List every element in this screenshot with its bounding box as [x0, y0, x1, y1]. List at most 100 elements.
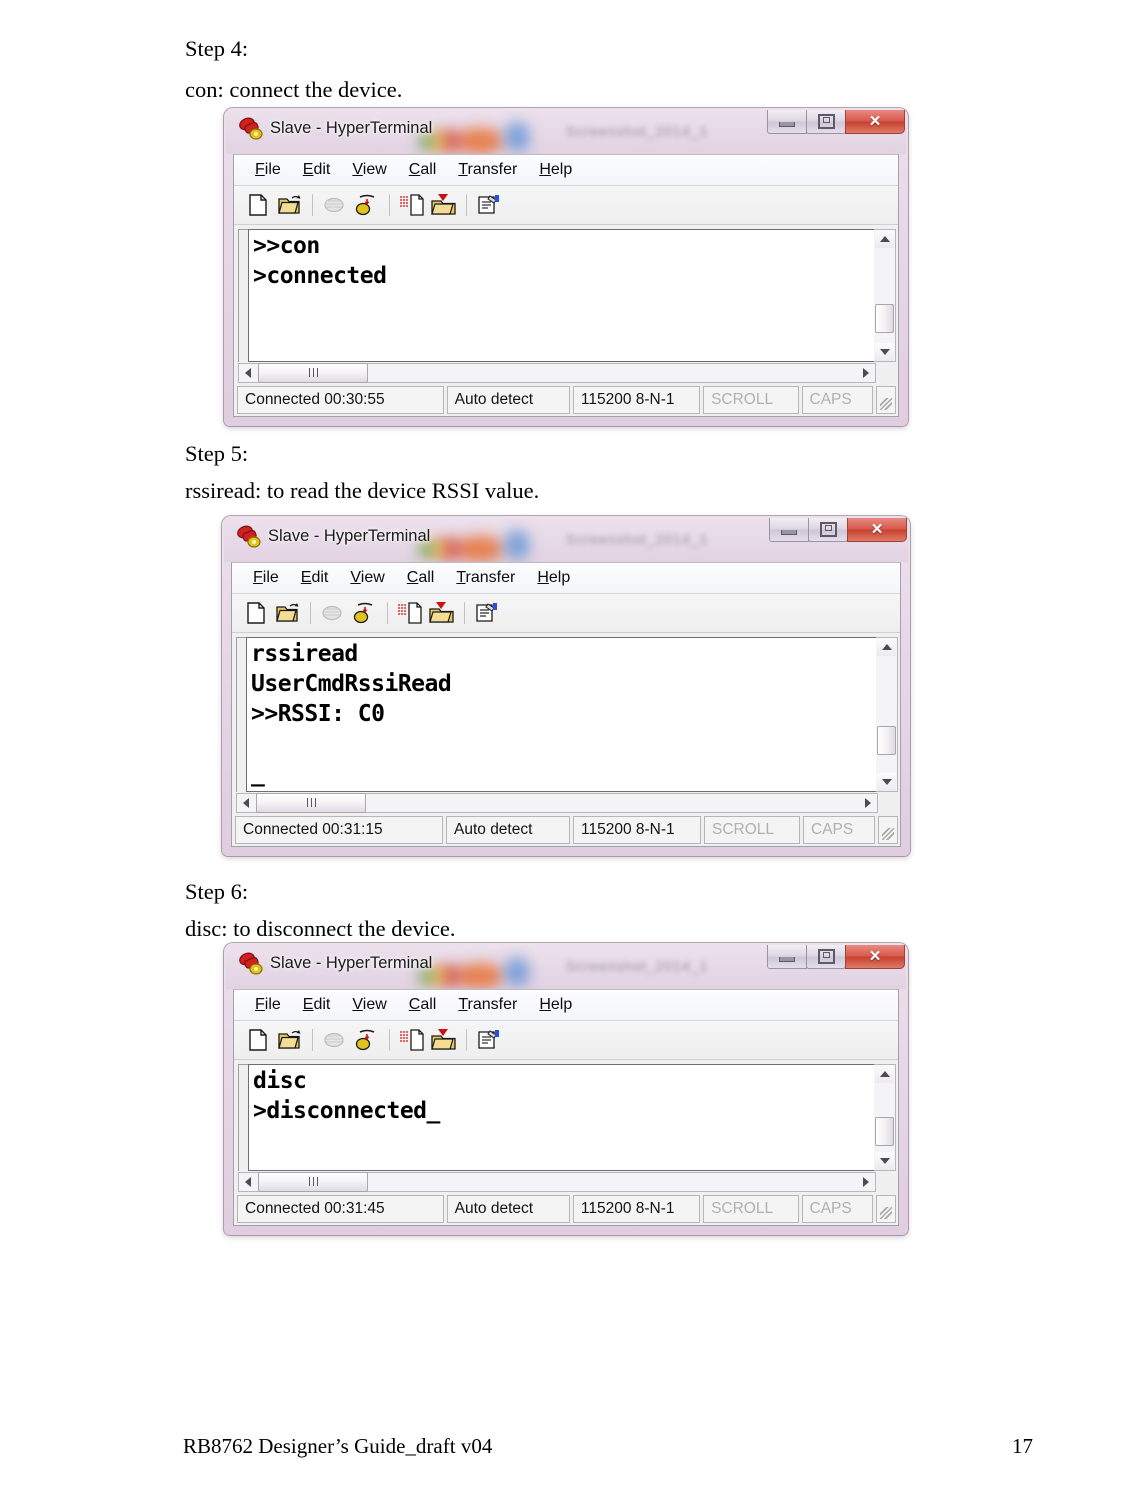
- menu-transfer[interactable]: Transfer: [447, 159, 528, 181]
- scroll-down-button[interactable]: [877, 773, 896, 791]
- hyperterminal-window-step5[interactable]: Screenshot_2014_1 Slave - HyperTerminal …: [222, 516, 910, 856]
- status-auto-detect: Auto detect: [446, 816, 570, 844]
- minimize-button[interactable]: [767, 945, 807, 969]
- menu-view[interactable]: View: [341, 994, 397, 1016]
- send-file-icon[interactable]: [396, 190, 428, 220]
- window-controls[interactable]: ×: [767, 110, 905, 135]
- vertical-scrollbar[interactable]: [874, 1064, 896, 1171]
- menu-help[interactable]: Help: [528, 159, 583, 181]
- scroll-up-button[interactable]: [877, 638, 896, 656]
- window-titlebar[interactable]: Slave - HyperTerminal ×: [224, 943, 908, 989]
- connect-phone-icon[interactable]: [351, 1025, 383, 1055]
- phone-icon: [238, 117, 264, 141]
- menu-call[interactable]: Call: [396, 567, 446, 589]
- properties-icon[interactable]: [473, 190, 505, 220]
- new-connection-icon[interactable]: [242, 190, 274, 220]
- scroll-right-button[interactable]: [857, 1173, 875, 1191]
- new-connection-icon[interactable]: [242, 1025, 274, 1055]
- toolbar-separator-2: [389, 1029, 390, 1051]
- menu-bar[interactable]: File Edit View Call Transfer Help: [234, 155, 898, 186]
- resize-grip-icon[interactable]: [876, 386, 896, 414]
- toolbar[interactable]: [234, 186, 898, 225]
- window-titlebar[interactable]: Slave - HyperTerminal ×: [224, 108, 908, 154]
- menu-bar[interactable]: File Edit View Call Transfer Help: [234, 990, 898, 1021]
- open-folder-icon[interactable]: [272, 598, 304, 628]
- receive-file-icon[interactable]: [426, 598, 458, 628]
- status-scroll-indicator: SCROLL: [704, 816, 800, 844]
- receive-file-icon[interactable]: [428, 1025, 460, 1055]
- properties-icon[interactable]: [471, 598, 503, 628]
- menu-view[interactable]: View: [339, 567, 395, 589]
- disconnect-phone-icon[interactable]: [319, 190, 351, 220]
- vertical-scroll-thumb[interactable]: [875, 1117, 894, 1146]
- horizontal-scrollbar[interactable]: [238, 1171, 876, 1192]
- scroll-right-button[interactable]: [857, 364, 875, 382]
- toolbar[interactable]: [232, 594, 900, 633]
- menu-edit[interactable]: Edit: [290, 567, 340, 589]
- menu-bar[interactable]: File Edit View Call Transfer Help: [232, 563, 900, 594]
- open-folder-icon[interactable]: [274, 1025, 306, 1055]
- menu-call[interactable]: Call: [398, 994, 448, 1016]
- disconnect-phone-icon[interactable]: [317, 598, 349, 628]
- scroll-left-button[interactable]: [239, 364, 257, 382]
- vertical-scrollbar[interactable]: [876, 637, 898, 792]
- close-button[interactable]: ×: [845, 945, 905, 969]
- window-controls[interactable]: ×: [767, 945, 905, 970]
- window-controls[interactable]: ×: [769, 518, 907, 543]
- menu-edit[interactable]: Edit: [292, 994, 342, 1016]
- receive-file-icon[interactable]: [428, 190, 460, 220]
- horizontal-scroll-thumb[interactable]: [256, 792, 366, 813]
- hyperterminal-window-step4[interactable]: Screenshot_2014_1 Slave - HyperTerminal …: [224, 108, 908, 426]
- horizontal-scroll-thumb[interactable]: [258, 362, 368, 383]
- close-button[interactable]: ×: [847, 518, 907, 542]
- resize-grip-icon[interactable]: [876, 1195, 896, 1223]
- status-line-settings: 115200 8-N-1: [572, 386, 701, 414]
- menu-help[interactable]: Help: [526, 567, 581, 589]
- scroll-down-button[interactable]: [875, 343, 894, 361]
- menu-file[interactable]: File: [242, 567, 290, 589]
- scroll-left-button[interactable]: [239, 1173, 257, 1191]
- minimize-button[interactable]: [767, 110, 807, 134]
- close-icon: ×: [869, 111, 881, 132]
- menu-view[interactable]: View: [341, 159, 397, 181]
- menu-call[interactable]: Call: [398, 159, 448, 181]
- restore-button[interactable]: [808, 518, 848, 542]
- resize-grip-icon[interactable]: [878, 816, 898, 844]
- restore-button[interactable]: [806, 945, 846, 969]
- menu-edit[interactable]: Edit: [292, 159, 342, 181]
- menu-file[interactable]: File: [244, 994, 292, 1016]
- connect-phone-icon[interactable]: [349, 598, 381, 628]
- toolbar[interactable]: [234, 1021, 898, 1060]
- terminal-screen[interactable]: disc >disconnected_: [248, 1064, 874, 1171]
- properties-icon[interactable]: [473, 1025, 505, 1055]
- open-folder-icon[interactable]: [274, 190, 306, 220]
- menu-help[interactable]: Help: [528, 994, 583, 1016]
- horizontal-scrollbar[interactable]: [236, 792, 878, 813]
- restore-button[interactable]: [806, 110, 846, 134]
- vertical-scrollbar[interactable]: [874, 229, 896, 362]
- scroll-up-button[interactable]: [875, 230, 894, 248]
- scroll-down-button[interactable]: [875, 1152, 894, 1170]
- menu-file[interactable]: File: [244, 159, 292, 181]
- send-file-icon[interactable]: [394, 598, 426, 628]
- disconnect-phone-icon[interactable]: [319, 1025, 351, 1055]
- close-button[interactable]: ×: [845, 110, 905, 134]
- minimize-button[interactable]: [769, 518, 809, 542]
- menu-transfer[interactable]: Transfer: [447, 994, 528, 1016]
- vertical-scroll-thumb[interactable]: [875, 304, 894, 333]
- menu-transfer[interactable]: Transfer: [445, 567, 526, 589]
- horizontal-scrollbar[interactable]: [238, 362, 876, 383]
- terminal-screen[interactable]: >>con >connected: [248, 229, 874, 362]
- window-titlebar[interactable]: Slave - HyperTerminal ×: [222, 516, 910, 562]
- step-6-description: disc: to disconnect the device.: [185, 916, 456, 941]
- vertical-scroll-thumb[interactable]: [877, 726, 896, 755]
- terminal-screen[interactable]: rssiread UserCmdRssiRead >>RSSI: C0 _: [246, 637, 876, 792]
- send-file-icon[interactable]: [396, 1025, 428, 1055]
- scroll-up-button[interactable]: [875, 1065, 894, 1083]
- horizontal-scroll-thumb[interactable]: [258, 1171, 368, 1192]
- scroll-right-button[interactable]: [859, 794, 877, 812]
- hyperterminal-window-step6[interactable]: Screenshot_2014_1 Slave - HyperTerminal …: [224, 943, 908, 1235]
- connect-phone-icon[interactable]: [351, 190, 383, 220]
- scroll-left-button[interactable]: [237, 794, 255, 812]
- new-connection-icon[interactable]: [240, 598, 272, 628]
